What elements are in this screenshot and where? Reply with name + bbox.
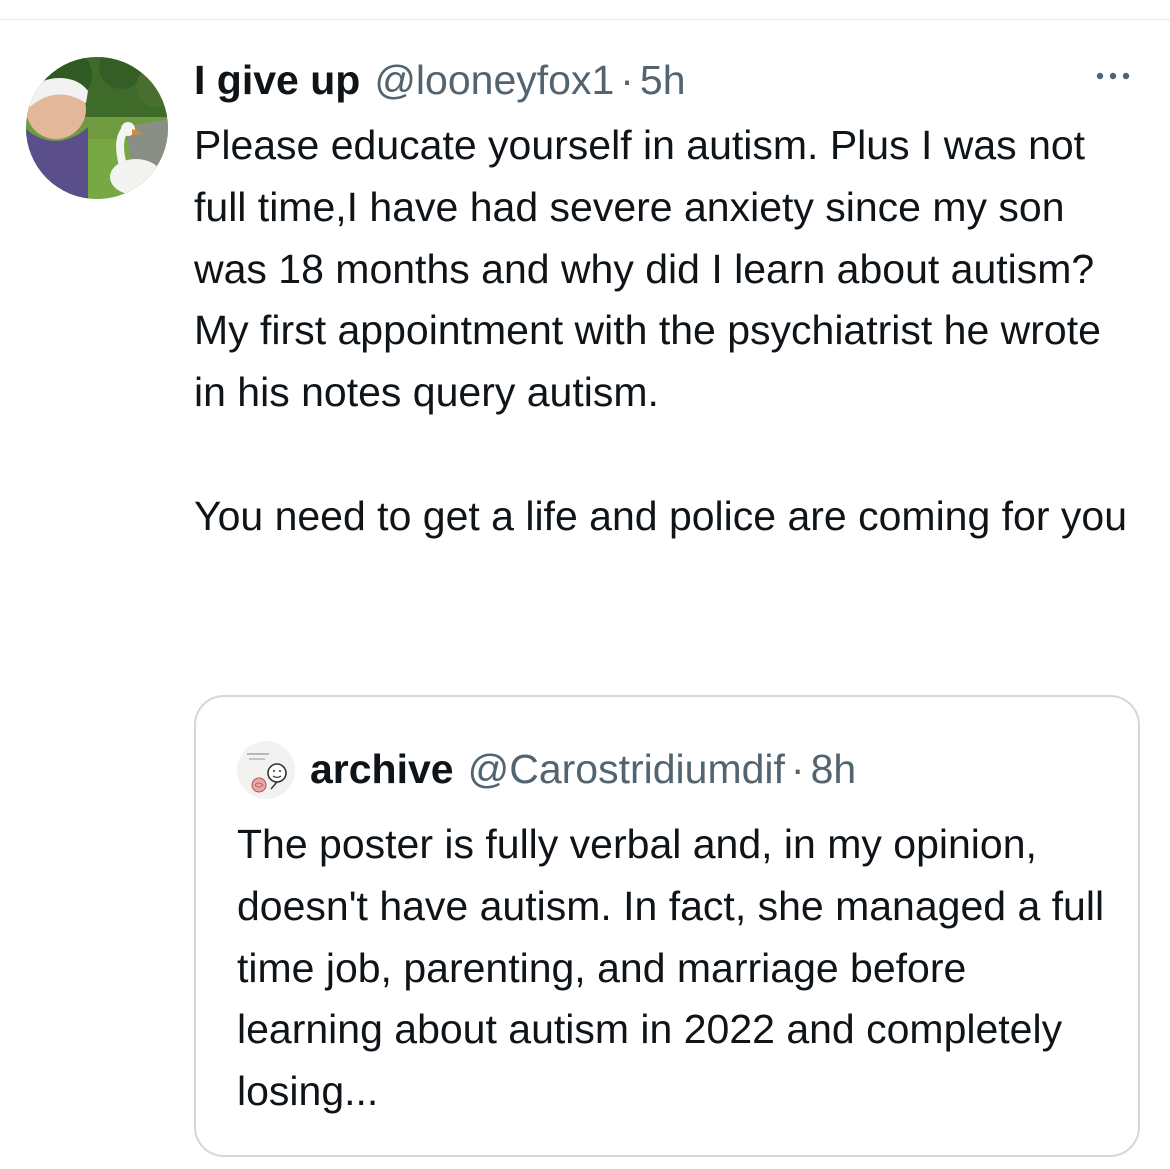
avatar-photo-icon — [26, 57, 168, 199]
quoted-author-handle[interactable]: @Carostridiumdif — [468, 741, 785, 797]
tweet-text: Please educate yourself in autism. Plus … — [194, 115, 1144, 548]
quoted-tweet-text: The poster is fully verbal and, in my op… — [237, 821, 1105, 1115]
quoted-author-avatar[interactable] — [237, 741, 295, 799]
quoted-avatar-icon — [237, 741, 295, 799]
author-avatar[interactable] — [26, 57, 168, 199]
more-horizontal-icon[interactable] — [1093, 63, 1139, 89]
tweet-paragraph: You need to get a life and police are co… — [194, 492, 1128, 539]
author-display-name[interactable]: I give up — [194, 52, 360, 108]
author-handle[interactable]: @looneyfox1 — [374, 52, 614, 108]
header-separator: · — [620, 57, 634, 103]
tweet-paragraph: Please educate yourself in autism. Plus … — [194, 122, 1101, 416]
quoted-tweet-card[interactable]: archive @Carostridiumdif · 8h The poster… — [194, 695, 1140, 1157]
tweet-timestamp[interactable]: 5h — [640, 52, 686, 108]
tweet-header: I give up @looneyfox1 · 5h — [194, 52, 686, 108]
quoted-author-display-name[interactable]: archive — [310, 741, 454, 797]
quoted-header-separator: · — [790, 746, 805, 792]
quoted-tweet-timestamp[interactable]: 8h — [811, 741, 857, 797]
quoted-tweet-header: archive @Carostridiumdif · 8h — [310, 741, 856, 797]
